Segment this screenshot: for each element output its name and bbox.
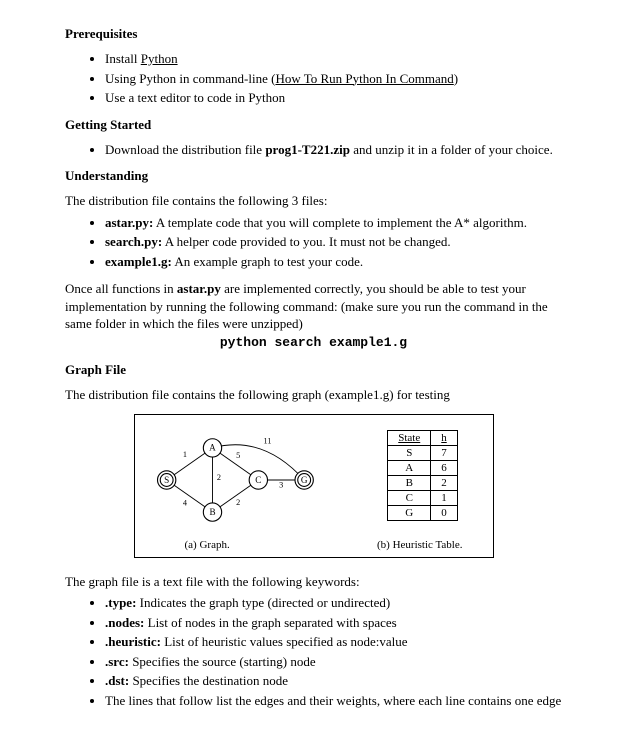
text: An example graph to test your code. (172, 254, 363, 269)
list-getting-started: Download the distribution file prog1-T22… (65, 141, 562, 159)
text: A template code that you will complete t… (153, 215, 527, 230)
svg-text:5: 5 (236, 451, 240, 460)
filename: prog1-T221.zip (265, 142, 350, 157)
keyword: .src: (105, 654, 129, 669)
list-item: .src: Specifies the source (starting) no… (105, 653, 562, 671)
text: Indicates the graph type (directed or un… (136, 595, 390, 610)
text: List of heuristic values specified as no… (161, 634, 408, 649)
keyword: .dst: (105, 673, 129, 688)
keyword: .type: (105, 595, 136, 610)
list-item: Install Python (105, 50, 562, 68)
filename: example1.g: (105, 254, 172, 269)
list-item: .type: Indicates the graph type (directe… (105, 594, 562, 612)
keyword: .heuristic: (105, 634, 161, 649)
list-item: astar.py: A template code that you will … (105, 214, 562, 232)
svg-text:C: C (255, 474, 261, 484)
table-row: C1 (388, 490, 458, 505)
table-row: B2 (388, 475, 458, 490)
text: Specifies the source (starting) node (129, 654, 316, 669)
svg-text:1: 1 (182, 450, 186, 459)
paragraph: The distribution file contains the follo… (65, 386, 562, 404)
text: Specifies the destination node (129, 673, 288, 688)
svg-text:2: 2 (236, 497, 240, 506)
paragraph: The distribution file contains the follo… (65, 192, 562, 210)
table-row: G0 (388, 505, 458, 520)
text: Install (105, 51, 141, 66)
list-prerequisites: Install Python Using Python in command-l… (65, 50, 562, 107)
list-item: The lines that follow list the edges and… (105, 692, 562, 710)
caption-b: (b) Heuristic Table. (377, 539, 462, 551)
caption-a: (a) Graph. (185, 539, 230, 551)
list-item: Using Python in command-line (How To Run… (105, 70, 562, 88)
heading-understanding: Understanding (65, 168, 562, 184)
filename: search.py: (105, 234, 162, 249)
document-page: Prerequisites Install Python Using Pytho… (0, 0, 617, 739)
paragraph: Once all functions in astar.py are imple… (65, 280, 562, 333)
text: Using Python in command-line ( (105, 71, 275, 86)
command-line: python search example1.g (65, 335, 562, 350)
list-item: .nodes: List of nodes in the graph separ… (105, 614, 562, 632)
graph-diagram: S A B C G 1 4 2 5 11 2 3 (145, 425, 335, 535)
list-item: example1.g: An example graph to test you… (105, 253, 562, 271)
text: ) (454, 71, 458, 86)
heading-getting-started: Getting Started (65, 117, 562, 133)
list-keywords: .type: Indicates the graph type (directe… (65, 594, 562, 709)
svg-text:A: A (209, 442, 216, 452)
text: A helper code provided to you. It must n… (162, 234, 450, 249)
text: Download the distribution file (105, 142, 265, 157)
th-state: State (388, 430, 431, 445)
table-row: A6 (388, 460, 458, 475)
text: Once all functions in (65, 281, 177, 296)
list-item: .heuristic: List of heuristic values spe… (105, 633, 562, 651)
filename: astar.py (177, 281, 221, 296)
text: List of nodes in the graph separated wit… (144, 615, 396, 630)
list-item: Download the distribution file prog1-T22… (105, 141, 562, 159)
list-item: search.py: A helper code provided to you… (105, 233, 562, 251)
svg-text:4: 4 (182, 498, 186, 507)
figure-box: S A B C G 1 4 2 5 11 2 3 (134, 414, 494, 558)
svg-text:B: B (209, 506, 215, 516)
heuristic-table: State h S7 A6 B2 C1 G0 (363, 430, 483, 521)
text: and unzip it in a folder of your choice. (350, 142, 553, 157)
svg-text:11: 11 (263, 436, 271, 445)
svg-text:3: 3 (279, 480, 283, 489)
svg-text:S: S (164, 474, 169, 484)
filename: astar.py: (105, 215, 153, 230)
link-how-to-run[interactable]: How To Run Python In Command (275, 71, 453, 86)
heading-prerequisites: Prerequisites (65, 26, 562, 42)
svg-text:G: G (300, 474, 307, 484)
list-item: Use a text editor to code in Python (105, 89, 562, 107)
table-row: S7 (388, 445, 458, 460)
svg-text:2: 2 (216, 473, 220, 482)
th-h: h (431, 430, 458, 445)
list-files: astar.py: A template code that you will … (65, 214, 562, 271)
keyword: .nodes: (105, 615, 144, 630)
paragraph: The graph file is a text file with the f… (65, 573, 562, 591)
link-python[interactable]: Python (141, 51, 178, 66)
heading-graph-file: Graph File (65, 362, 562, 378)
list-item: .dst: Specifies the destination node (105, 672, 562, 690)
